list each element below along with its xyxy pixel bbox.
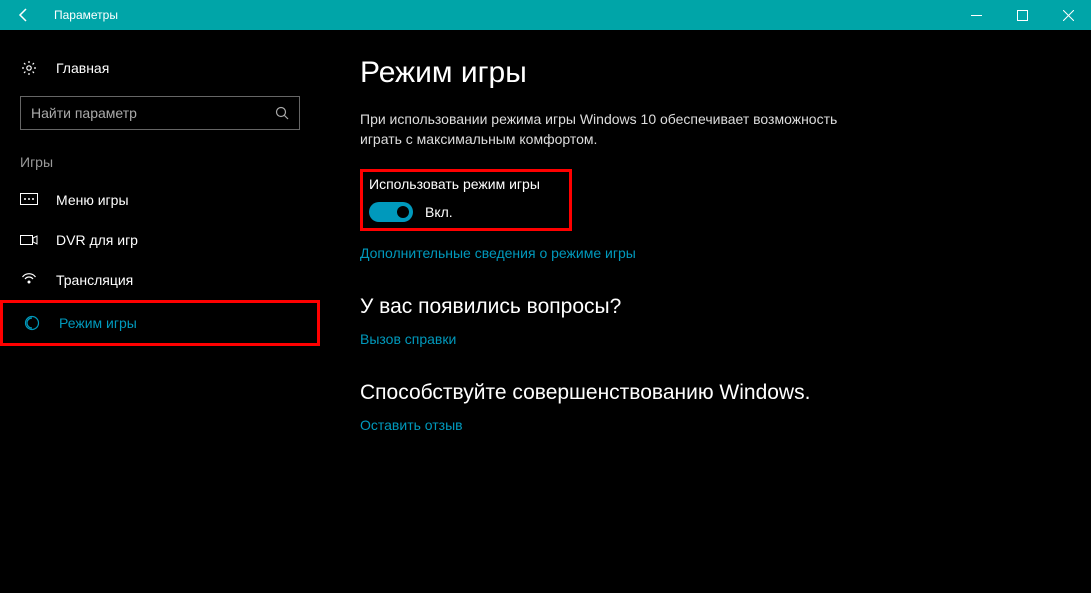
dvr-icon [20,233,38,247]
back-button[interactable] [0,0,48,30]
toggle-knob [397,206,409,218]
sidebar-item-label: Меню игры [56,192,129,208]
game-mode-icon [23,315,41,331]
minimize-button[interactable] [953,0,999,30]
minimize-icon [971,10,982,21]
feedback-link[interactable]: Оставить отзыв [360,417,463,433]
feedback-heading: Способствуйте совершенствованию Windows. [360,381,1051,405]
game-mode-toggle-block: Использовать режим игры Вкл. [360,169,572,231]
sidebar-item-broadcasting[interactable]: Трансляция [0,260,320,300]
questions-heading: У вас появились вопросы? [360,295,1051,319]
search-box[interactable] [20,96,300,130]
toggle-row: Вкл. [369,202,563,222]
toggle-state: Вкл. [425,204,453,220]
sidebar: Главная Игры Меню игры DVR для игр [0,30,320,593]
help-link[interactable]: Вызов справки [360,331,456,347]
maximize-button[interactable] [999,0,1045,30]
game-mode-toggle[interactable] [369,202,413,222]
page-title: Режим игры [360,56,1051,90]
toggle-label: Использовать режим игры [369,176,563,192]
sidebar-item-label: Трансляция [56,272,133,288]
window-title: Параметры [48,8,953,22]
home-label: Главная [56,60,109,76]
search-input[interactable] [31,105,275,121]
content-area: Главная Игры Меню игры DVR для игр [0,30,1091,593]
sidebar-item-game-mode[interactable]: Режим игры [0,300,320,346]
sidebar-item-label: Режим игры [59,315,137,331]
titlebar: Параметры [0,0,1091,30]
window-controls [953,0,1091,30]
broadcast-icon [20,272,38,288]
search-icon [275,106,289,120]
page-description: При использовании режима игры Windows 10… [360,110,860,149]
maximize-icon [1017,10,1028,21]
sidebar-item-label: DVR для игр [56,232,138,248]
learn-more-link[interactable]: Дополнительные сведения о режиме игры [360,245,636,261]
close-icon [1063,10,1074,21]
sidebar-item-game-bar[interactable]: Меню игры [0,180,320,220]
sidebar-item-game-dvr[interactable]: DVR для игр [0,220,320,260]
category-label: Игры [0,154,320,180]
main-panel: Режим игры При использовании режима игры… [320,30,1091,593]
home-link[interactable]: Главная [0,50,320,86]
gear-icon [20,60,38,76]
close-button[interactable] [1045,0,1091,30]
game-bar-icon [20,193,38,207]
arrow-left-icon [16,7,32,23]
